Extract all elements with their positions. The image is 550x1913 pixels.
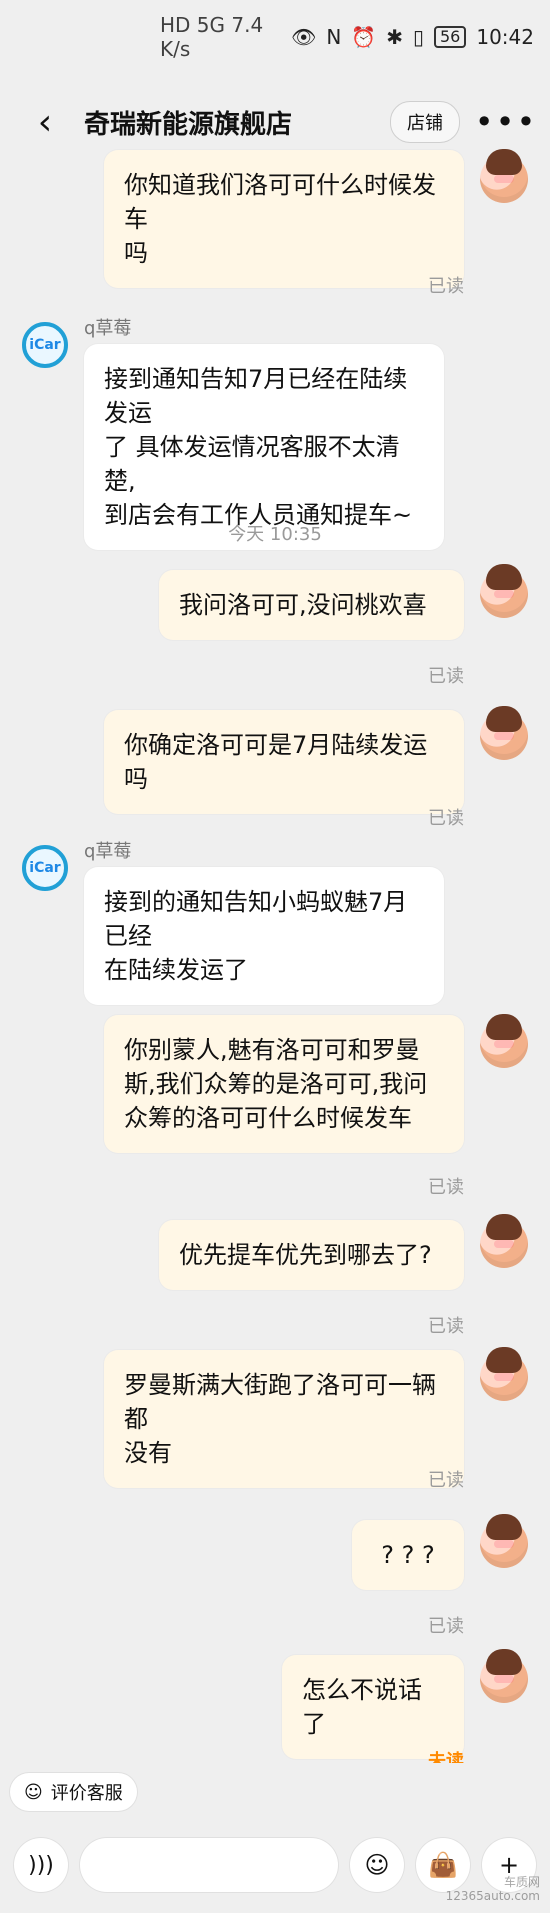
message-row: iCar q草莓 接到通知告知7月已经在陆续发运 了 具体发运情况客服不太清楚,… — [0, 312, 550, 550]
watermark: 车质网 12365auto.com — [446, 1875, 540, 1903]
shop-avatar: iCar — [22, 845, 68, 891]
read-status: 已读 — [428, 276, 464, 297]
my-avatar — [480, 1014, 528, 1068]
my-avatar — [480, 1214, 528, 1268]
message-row: iCar q草莓 接到的通知告知小蚂蚁魅7月已经 在陆续发运了 — [0, 835, 550, 1015]
sender-name: q草莓 — [84, 841, 132, 862]
read-status: 已读 — [428, 808, 464, 829]
status-bar: HD 5G 7.4 K/s 👁 N ⏰ ✱ ▯ 56 10:42 — [0, 0, 550, 74]
unread-status: 未读 — [428, 1751, 464, 1763]
message-input[interactable] — [80, 1838, 338, 1892]
status-right: 👁 N ⏰ ✱ ▯ 56 10:42 — [291, 25, 534, 49]
status-time: 10:42 — [476, 25, 534, 49]
message-row: 怎么不说话了 未读 — [0, 1649, 550, 1763]
my-avatar — [480, 1347, 528, 1401]
read-status: 已读 — [428, 666, 464, 687]
my-message-bubble[interactable]: 我问洛可可,没问桃欢喜 — [159, 570, 464, 640]
my-message-bubble[interactable]: 优先提车优先到哪去了? — [159, 1220, 464, 1290]
rate-service-label: 评价客服 — [50, 1783, 123, 1804]
my-message-bubble[interactable]: 罗曼斯满大街跑了洛可可一辆都 没有 — [104, 1350, 464, 1488]
emoji-button[interactable]: ☺ — [350, 1838, 404, 1892]
bottom-area: ☺ 评价客服 ))) ☺ 👜 + 车质网 12365auto.com — [0, 1763, 550, 1913]
chat-list[interactable]: 你知道我们洛可可什么时候发车 吗 已读 iCar q草莓 接到通知告知7月已经在… — [0, 140, 550, 1763]
more-icon: ••• — [474, 103, 538, 141]
chat-screen: HD 5G 7.4 K/s 👁 N ⏰ ✱ ▯ 56 10:42 ‹ 奇瑞新能源… — [0, 0, 550, 1913]
shop-avatar: iCar — [22, 322, 68, 368]
store-button[interactable]: 店铺 — [390, 101, 460, 143]
message-row: 优先提车优先到哪去了? 已读 — [0, 1214, 550, 1340]
rate-service-button[interactable]: ☺ 评价客服 — [10, 1773, 137, 1811]
my-message-bubble[interactable]: ? ? ? — [352, 1520, 464, 1590]
message-row: 你别蒙人,魅有洛可可和罗曼 斯,我们众筹的是洛可可,我问 众筹的洛可可什么时候发… — [0, 1014, 550, 1215]
status-left: HD 5G 7.4 K/s — [160, 13, 291, 61]
my-message-bubble[interactable]: 你知道我们洛可可什么时候发车 吗 — [104, 150, 464, 288]
bluetooth-icon: ✱ — [386, 25, 403, 49]
read-status: 已读 — [428, 1470, 464, 1491]
message-row: 我问洛可可,没问桃欢喜 已读 — [0, 564, 550, 690]
emoji-icon: ☺ — [364, 1851, 390, 1879]
eye-icon: 👁 — [290, 25, 317, 49]
shop-message-bubble[interactable]: 接到的通知告知小蚂蚁魅7月已经 在陆续发运了 — [84, 867, 444, 1005]
my-message-bubble[interactable]: 怎么不说话了 — [282, 1655, 464, 1759]
battery-badge: 56 — [434, 26, 467, 48]
time-separator: 今天 10:35 — [228, 524, 322, 545]
page-title: 奇瑞新能源旗舰店 — [84, 109, 293, 140]
watermark-line2: 12365auto.com — [445, 1889, 540, 1903]
message-row: 罗曼斯满大街跑了洛可可一辆都 没有 已读 — [0, 1347, 550, 1520]
read-status: 已读 — [428, 1177, 464, 1198]
smile-icon: ☺ — [24, 1781, 43, 1803]
message-row: 你确定洛可可是7月陆续发运吗 已读 — [0, 706, 550, 830]
vibrate-icon: ▯ — [412, 25, 424, 49]
network-speed: HD 5G 7.4 K/s — [160, 13, 264, 61]
my-avatar — [480, 149, 528, 203]
chevron-left-icon: ‹ — [37, 101, 53, 143]
my-avatar — [480, 564, 528, 618]
my-message-bubble[interactable]: 你别蒙人,魅有洛可可和罗曼 斯,我们众筹的是洛可可,我问 众筹的洛可可什么时候发… — [104, 1015, 464, 1153]
message-row: 你知道我们洛可可什么时候发车 吗 已读 — [0, 149, 550, 300]
read-status: 已读 — [428, 1316, 464, 1337]
my-avatar — [480, 706, 528, 760]
my-avatar — [480, 1514, 528, 1568]
my-avatar — [480, 1649, 528, 1703]
voice-button[interactable]: ))) — [14, 1838, 68, 1892]
sender-name: q草莓 — [84, 318, 132, 339]
read-status: 已读 — [428, 1616, 464, 1637]
nfc-icon: N — [326, 25, 342, 49]
voice-icon: ))) — [28, 1852, 54, 1878]
my-message-bubble[interactable]: 你确定洛可可是7月陆续发运吗 — [104, 710, 464, 814]
alarm-icon: ⏰ — [351, 25, 377, 49]
watermark-line1: 车质网 — [503, 1875, 540, 1889]
message-row: ? ? ? 已读 — [0, 1514, 550, 1640]
